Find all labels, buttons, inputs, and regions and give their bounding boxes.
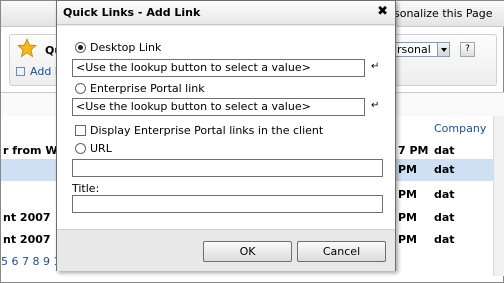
dialog-title-bar[interactable]: Quick Links - Add Link ✖ <box>57 1 395 25</box>
desktop-link-lookup-field[interactable]: <Use the lookup button to select a value… <box>72 59 365 77</box>
add-link-icon <box>16 67 25 76</box>
desktop-link-label: Desktop Link <box>90 41 162 54</box>
dialog-footer: OK Cancel <box>57 229 395 271</box>
url-label: URL <box>90 142 112 155</box>
table-cell: dat <box>434 144 455 157</box>
portal-link-label: Enterprise Portal link <box>90 82 205 95</box>
url-radio[interactable] <box>75 143 86 154</box>
display-portal-links-checkbox[interactable] <box>75 125 86 136</box>
portal-link-radio[interactable] <box>75 83 86 94</box>
table-cell: dat <box>434 233 455 246</box>
table-cell: PM <box>398 188 418 201</box>
cancel-button[interactable]: Cancel <box>297 241 386 262</box>
table-cell: dat <box>434 163 455 176</box>
dialog-title: Quick Links - Add Link <box>63 6 201 19</box>
add-link-link[interactable]: Add L <box>16 65 61 78</box>
table-cell: nt 2007 <box>3 233 51 246</box>
table-cell: nt 2007 <box>3 211 51 224</box>
display-portal-links-label: Display Enterprise Portal links in the c… <box>90 124 324 137</box>
table-cell: dat <box>434 211 455 224</box>
title-label: Title: <box>72 182 100 195</box>
portal-link-lookup-field[interactable]: <Use the lookup button to select a value… <box>72 98 365 116</box>
help-button[interactable]: ? <box>460 42 475 57</box>
desktop-link-radio[interactable] <box>75 42 86 53</box>
add-link-dialog: Quick Links - Add Link ✖ Desktop Link <U… <box>56 0 396 271</box>
close-icon[interactable]: ✖ <box>377 4 388 19</box>
table-cell: dat <box>434 188 455 201</box>
url-input[interactable] <box>72 159 383 177</box>
display-portal-links-option[interactable]: Display Enterprise Portal links in the c… <box>75 124 323 137</box>
scrollbar[interactable] <box>493 116 504 276</box>
portal-link-option[interactable]: Enterprise Portal link <box>75 82 205 95</box>
table-cell: PM <box>398 233 418 246</box>
star-icon <box>17 38 37 58</box>
title-input[interactable] <box>72 195 383 213</box>
portal-link-lookup-icon[interactable]: ↵ <box>371 101 383 113</box>
desktop-link-option[interactable]: Desktop Link <box>75 41 161 54</box>
ok-button[interactable]: OK <box>203 241 292 262</box>
table-cell: PM <box>398 211 418 224</box>
url-option[interactable]: URL <box>75 142 112 155</box>
desktop-link-lookup-icon[interactable]: ↵ <box>371 62 383 74</box>
dialog-body: Desktop Link <Use the lookup button to s… <box>57 26 395 229</box>
table-cell: PM <box>398 163 418 176</box>
column-header-company[interactable]: Company <box>434 122 486 135</box>
personalize-page-link[interactable]: sonalize this Page <box>394 7 493 20</box>
view-select-dropdown-icon[interactable] <box>437 42 450 57</box>
table-cell: 7 PM <box>398 144 429 157</box>
